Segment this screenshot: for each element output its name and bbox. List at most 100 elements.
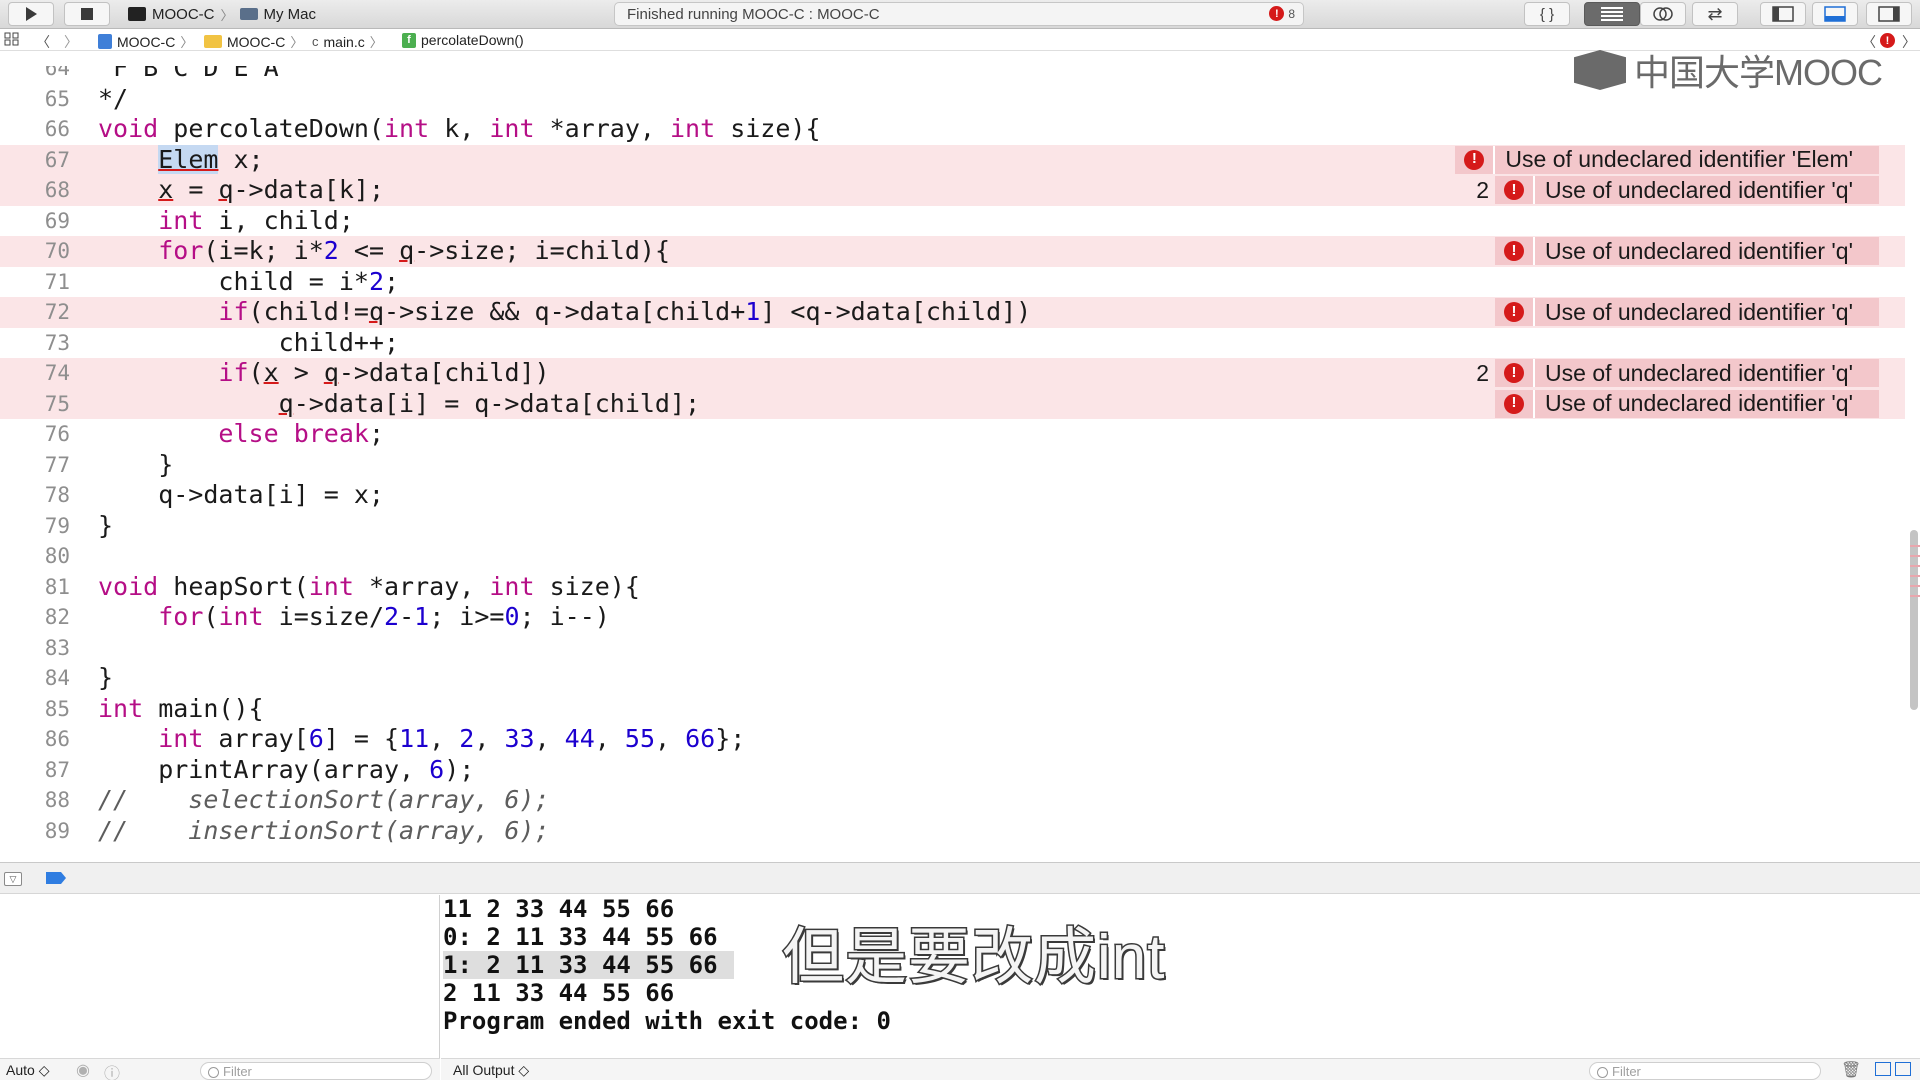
code-text[interactable]: // selectionSort(array, 6); [98, 785, 550, 816]
code-line[interactable]: 70 for(i=k; i*2 <= q->size; i=child){! Us… [0, 236, 1905, 267]
code-line[interactable]: 76 else break; [0, 419, 1905, 450]
library-button[interactable]: { } [1524, 2, 1570, 26]
code-line[interactable]: 66 void percolateDown(int k, int *array, … [0, 114, 1905, 145]
line-number[interactable]: 87 [0, 755, 70, 786]
code-line[interactable]: 75 q->data[i] = q->data[child];! Use of u… [0, 388, 1905, 420]
code-line[interactable]: 72 if(child!=q->size && q->data[child+1]… [0, 297, 1905, 328]
issue-icon-box[interactable]: ! [1455, 145, 1496, 174]
line-number[interactable]: 68 [0, 175, 70, 206]
source-editor[interactable]: 64 F B C D E A 65 */66 void percolateDown(i… [0, 66, 1920, 858]
line-number[interactable]: 79 [0, 511, 70, 542]
line-number[interactable]: 85 [0, 694, 70, 725]
related-items-button[interactable] [4, 32, 20, 46]
line-number[interactable]: 74 [0, 358, 70, 389]
utilities-toggle[interactable] [1866, 2, 1912, 26]
code-line[interactable]: 79} [0, 511, 1905, 542]
inline-issue[interactable]: ! Use of undeclared identifier 'q' [1495, 237, 1879, 265]
breadcrumb-group[interactable]: MOOC-C 〉 [204, 32, 303, 51]
code-text[interactable]: int main(){ [98, 694, 264, 725]
breadcrumb-function[interactable]: f percolateDown() [402, 32, 524, 48]
code-line[interactable]: 83 [0, 633, 1905, 664]
line-number[interactable]: 69 [0, 206, 70, 237]
issue-indicator[interactable]: ! [1880, 33, 1895, 48]
code-text[interactable]: F B C D E A [98, 66, 279, 84]
code-text[interactable]: int i, child; [98, 206, 354, 237]
activity-status[interactable]: Finished running MOOC-C : MOOC-C ! 8 [614, 2, 1304, 26]
code-text[interactable]: else break; [98, 419, 384, 450]
inline-issue[interactable]: ! Use of undeclared identifier 'q' [1495, 298, 1879, 326]
console-line[interactable]: Program ended with exit code: 0 [443, 1007, 907, 1035]
line-number[interactable]: 73 [0, 328, 70, 359]
code-line[interactable]: 71 child = i*2; [0, 267, 1905, 298]
line-number[interactable]: 75 [0, 389, 70, 420]
info-icon[interactable]: ⓘ [104, 1060, 120, 1080]
code-line[interactable]: 74 if(x > q->data[child]) 2! Use of undecl… [0, 358, 1905, 389]
line-number[interactable]: 81 [0, 572, 70, 603]
code-line[interactable]: 78 q->data[i] = x; [0, 480, 1905, 511]
line-number[interactable]: 66 [0, 114, 70, 145]
code-line[interactable]: 69 int i, child; [0, 206, 1905, 237]
code-text[interactable]: } [98, 511, 113, 542]
line-number[interactable]: 86 [0, 724, 70, 755]
console-filter-input[interactable]: Filter [1589, 1062, 1821, 1080]
code-line[interactable]: 84} [0, 663, 1905, 694]
issue-icon-box[interactable]: ! [1495, 389, 1536, 418]
code-text[interactable]: child = i*2; [98, 267, 399, 298]
trash-icon[interactable]: 🗑 [1841, 1060, 1861, 1080]
code-text[interactable]: q->data[i] = x; [98, 480, 384, 511]
line-number[interactable]: 80 [0, 541, 70, 572]
line-number[interactable]: 71 [0, 267, 70, 298]
line-number[interactable]: 78 [0, 480, 70, 511]
hide-debug-area-button[interactable]: ▽ [4, 872, 22, 886]
code-text[interactable]: int array[6] = {11, 2, 33, 44, 55, 66}; [98, 724, 745, 755]
next-issue-button[interactable]: 〉 [1902, 32, 1916, 52]
inline-issue[interactable]: ! Use of undeclared identifier 'Elem' [1455, 145, 1879, 174]
code-line[interactable]: 86 int array[6] = {11, 2, 33, 44, 55, 66… [0, 724, 1905, 755]
line-number[interactable]: 77 [0, 450, 70, 481]
code-text[interactable]: for(int i=size/2-1; i>=0; i--) [98, 602, 610, 633]
split-left-icon[interactable] [1875, 1062, 1891, 1076]
output-select[interactable]: All Output ◇ [453, 1062, 529, 1079]
code-line[interactable]: 81 void heapSort(int *array, int size){ [0, 572, 1905, 603]
console-line[interactable]: 1: 2 11 33 44 55 66 [443, 951, 734, 979]
line-number[interactable]: 64 [0, 66, 70, 84]
forward-button[interactable]: 〉 [64, 32, 78, 52]
code-line[interactable]: 88 // selectionSort(array, 6); [0, 785, 1905, 816]
debug-area-toggle[interactable] [1812, 2, 1858, 26]
assistant-editor-button[interactable] [1640, 2, 1686, 26]
breadcrumb-project[interactable]: MOOC-C 〉 [98, 32, 193, 51]
console-line[interactable]: 11 2 33 44 55 66 [443, 895, 690, 923]
split-right-icon[interactable] [1895, 1062, 1911, 1076]
code-line[interactable]: 87 printArray(array, 6); [0, 755, 1905, 786]
stop-button[interactable] [64, 2, 110, 26]
issue-icon-box[interactable]: ! [1495, 298, 1536, 326]
console-line[interactable]: 2 11 33 44 55 66 [443, 979, 690, 1007]
code-line[interactable]: 65 */ [0, 84, 1905, 115]
inline-issue[interactable]: 2! Use of undeclared identifier 'q' [1476, 359, 1879, 387]
variables-scope-select[interactable]: Auto ◇ [6, 1062, 49, 1079]
line-number[interactable]: 67 [0, 145, 70, 176]
scheme-selector[interactable]: MOOC-C 〉 My Mac [128, 2, 332, 26]
code-text[interactable]: x = q->data[k]; [98, 175, 384, 206]
code-text[interactable]: } [98, 450, 173, 481]
line-number[interactable]: 89 [0, 816, 70, 847]
variables-filter-input[interactable]: Filter [200, 1062, 432, 1080]
code-line[interactable]: 67 Elem x;! Use of undeclared identifier … [0, 144, 1905, 176]
code-text[interactable]: printArray(array, 6); [98, 755, 474, 786]
error-counter[interactable]: ! 8 [1269, 6, 1295, 21]
code-text[interactable]: } [98, 663, 113, 694]
code-line[interactable]: 68 x = q->data[k]; 2! Use of undeclared id… [0, 175, 1905, 206]
code-text[interactable]: void heapSort(int *array, int size){ [98, 572, 640, 603]
code-line[interactable]: 85 int main(){ [0, 694, 1905, 725]
line-number[interactable]: 70 [0, 236, 70, 267]
version-editor-button[interactable]: ⇄ [1692, 2, 1738, 26]
code-text[interactable]: */ [98, 84, 128, 115]
code-text[interactable]: void percolateDown(int k, int *array, in… [98, 114, 821, 145]
code-text[interactable]: if(child!=q->size && q->data[child+1] <q… [98, 297, 1031, 328]
code-line[interactable]: 64 F B C D E A [0, 66, 1905, 84]
code-line[interactable]: 73 child++; [0, 328, 1905, 359]
standard-editor-button[interactable] [1584, 2, 1640, 26]
line-number[interactable]: 88 [0, 785, 70, 816]
run-button[interactable] [8, 2, 54, 26]
code-text[interactable]: q->data[i] = q->data[child]; [98, 389, 700, 420]
